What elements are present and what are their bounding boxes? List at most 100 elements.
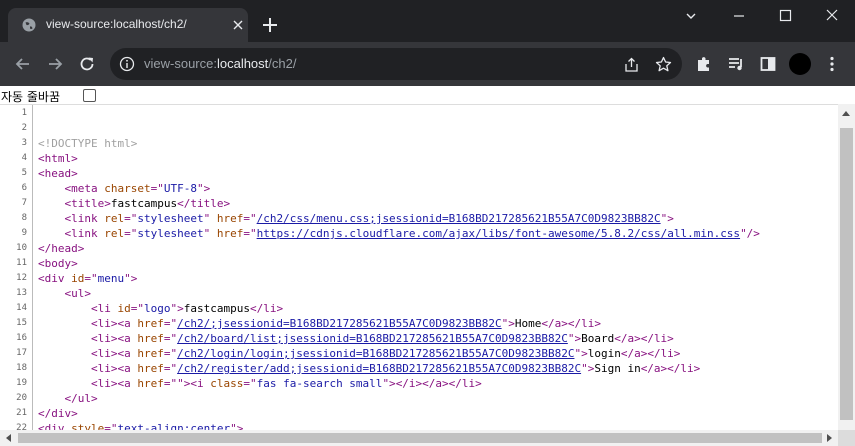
- source-link[interactable]: /ch2/login/login;jsessionid=B168BD217285…: [177, 347, 574, 360]
- source-token: href: [137, 332, 164, 345]
- source-token: <li><a: [90, 377, 138, 390]
- line-number: 5: [21, 168, 27, 178]
- source-line: <title>fastcampus</title>: [38, 196, 231, 211]
- source-line: <body>: [38, 256, 78, 271]
- media-control-icon[interactable]: [726, 54, 746, 74]
- source-line: <link rel="stylesheet" href="/ch2/css/me…: [38, 211, 674, 226]
- line-number: 15: [16, 318, 27, 328]
- reload-icon[interactable]: [77, 54, 97, 74]
- side-panel-icon[interactable]: [758, 54, 778, 74]
- line-number: 19: [16, 378, 27, 388]
- source-token: [38, 227, 65, 240]
- source-token: <!DOCTYPE html>: [38, 137, 138, 150]
- horizontal-scroll-thumb[interactable]: [18, 433, 822, 443]
- close-icon[interactable]: [231, 18, 245, 32]
- source-token: =": [163, 332, 178, 345]
- source-link[interactable]: /ch2/register/add;jsessionid=B168BD21728…: [177, 362, 581, 375]
- source-token: UTF-8: [163, 182, 197, 195]
- source-token: [38, 377, 91, 390]
- plus-icon[interactable]: [261, 16, 279, 34]
- source-token: <i: [190, 377, 211, 390]
- profile-avatar-icon[interactable]: [789, 53, 811, 75]
- source-token: <head>: [38, 167, 78, 180]
- url-path: /ch2/: [268, 56, 297, 71]
- source-link[interactable]: https://cdnjs.cloudflare.com/ajax/libs/f…: [257, 227, 740, 240]
- source-line: <div id="menu">: [38, 271, 137, 286]
- source-token: </a></li>: [620, 347, 681, 360]
- forward-arrow-icon[interactable]: [45, 54, 65, 74]
- horizontal-scrollbar[interactable]: [0, 430, 838, 446]
- source-token: [38, 302, 91, 315]
- source-token: <ul>: [64, 287, 92, 300]
- title-bar: view-source:localhost/ch2/: [0, 0, 855, 42]
- window-close-icon[interactable]: [822, 7, 842, 25]
- line-number: 21: [16, 408, 27, 418]
- source-token: <li><a: [90, 317, 138, 330]
- minimize-icon[interactable]: [729, 7, 749, 25]
- scroll-left-icon[interactable]: [6, 434, 11, 442]
- source-line: <meta charset="UTF-8">: [38, 181, 211, 196]
- scrollbar-corner: [838, 430, 855, 446]
- source-token: "/>: [740, 227, 760, 240]
- source-token: [38, 197, 65, 210]
- info-icon[interactable]: [119, 56, 135, 72]
- source-token: stylesheet: [137, 212, 204, 225]
- puzzle-icon[interactable]: [694, 54, 714, 74]
- source-link[interactable]: /ch2/css/menu.css;jsessionid=B168BD21728…: [257, 212, 661, 225]
- source-token: </i></a></li>: [395, 377, 482, 390]
- source-token: </a></li>: [640, 362, 701, 375]
- source-token: ">: [567, 332, 582, 345]
- chevron-down-icon[interactable]: [681, 7, 701, 25]
- source-token: [38, 317, 91, 330]
- maximize-icon[interactable]: [775, 7, 795, 25]
- kebab-menu-icon[interactable]: [822, 54, 842, 74]
- line-number: 3: [21, 138, 27, 148]
- star-icon[interactable]: [655, 56, 672, 73]
- source-token: =": [124, 212, 138, 225]
- source-token: href: [137, 317, 164, 330]
- source-token: menu: [97, 272, 125, 285]
- scroll-right-icon[interactable]: [827, 434, 832, 442]
- source-token: <link: [64, 227, 105, 240]
- source-token: ">: [196, 182, 211, 195]
- source-token: =": [130, 302, 144, 315]
- source-token: =": [163, 347, 178, 360]
- source-token: <title>: [64, 197, 111, 210]
- source-token: [38, 287, 65, 300]
- line-wrap-row: 자동 줄바꿈: [0, 86, 855, 104]
- source-token: fastcampus: [110, 197, 178, 210]
- source-line: <li><a href="/ch2/board/list;jsessionid=…: [38, 331, 674, 346]
- back-arrow-icon[interactable]: [13, 54, 33, 74]
- source-token: href: [216, 212, 244, 225]
- address-bar[interactable]: view-source:localhost/ch2/: [110, 48, 682, 80]
- line-wrap-checkbox[interactable]: [83, 89, 96, 102]
- source-token: rel: [104, 212, 125, 225]
- source-token: </li>: [249, 302, 284, 315]
- source-link[interactable]: /ch2/;jsessionid=B168BD217285621B55A7C0D…: [177, 317, 502, 330]
- source-token: <body>: [38, 257, 78, 270]
- source-line: <li><a href="/ch2/;jsessionid=B168BD2172…: [38, 316, 601, 331]
- source-token: [38, 182, 65, 195]
- source-line: </head>: [38, 241, 84, 256]
- source-token: id: [71, 272, 85, 285]
- source-token: [38, 347, 91, 360]
- source-token: ">: [124, 272, 138, 285]
- line-number: 6: [21, 183, 27, 193]
- vertical-scroll-thumb[interactable]: [840, 128, 853, 420]
- line-number: 13: [16, 288, 27, 298]
- browser-tab[interactable]: view-source:localhost/ch2/: [8, 8, 248, 42]
- source-token: =": [163, 362, 178, 375]
- source-link[interactable]: /ch2/board/list;jsessionid=B168BD2172856…: [177, 332, 568, 345]
- url-scheme: view-source:: [144, 56, 217, 71]
- source-line: <head>: [38, 166, 78, 181]
- source-token: ">: [581, 362, 595, 375]
- share-icon[interactable]: [623, 56, 640, 73]
- globe-icon: [22, 18, 36, 32]
- scroll-up-icon[interactable]: [842, 111, 850, 116]
- source-token: fas fa-search small: [256, 377, 383, 390]
- source-line: <li><a href="/ch2/register/add;jsessioni…: [38, 361, 700, 376]
- source-token: ": [203, 212, 217, 225]
- source-token: </a></li>: [541, 317, 601, 330]
- vertical-scrollbar[interactable]: [838, 104, 855, 430]
- source-token: =": [124, 227, 138, 240]
